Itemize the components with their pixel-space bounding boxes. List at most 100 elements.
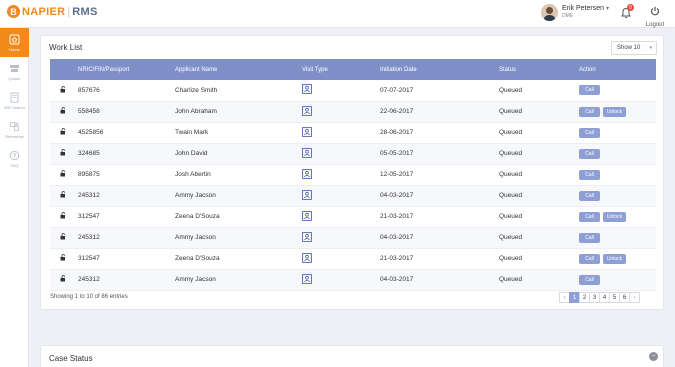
unlocked-padlock-icon[interactable] — [60, 191, 67, 198]
initiation-date-cell: 21-03-2017 — [380, 206, 499, 228]
app-logo[interactable]: B NAPIER | RMS — [7, 5, 98, 18]
unlocked-padlock-icon[interactable] — [60, 212, 67, 219]
sidebar-item-queue[interactable]: Queue — [0, 57, 29, 86]
status-cell: Queued — [499, 80, 579, 102]
next-page-button[interactable]: › — [629, 292, 640, 303]
sidebar-item-faq[interactable]: FAQ — [0, 144, 29, 173]
initiation-date-cell: 04-03-2017 — [380, 269, 499, 291]
power-icon — [650, 6, 660, 16]
table-row[interactable]: 895875 Josh Abertin 12-05-2017 Queued Call — [50, 164, 656, 186]
status-cell: Queued — [499, 185, 579, 207]
initiation-date-cell: 07-07-2017 — [380, 80, 499, 102]
call-button[interactable]: Call — [579, 148, 600, 159]
pagination: ‹ 1 2 3 4 5 6 › — [559, 292, 640, 303]
call-button[interactable]: Call — [579, 85, 600, 96]
table-row[interactable]: 558458 John Abraham 22-06-2017 Queued Call U… — [50, 101, 656, 123]
table-row[interactable]: 324685 John David 05-05-2017 Queued Call — [50, 143, 656, 165]
status-cell: Queued — [499, 206, 579, 228]
collapse-icon[interactable]: − — [649, 352, 658, 361]
sidebar-item-home[interactable]: Home — [0, 28, 29, 57]
unlocked-padlock-icon[interactable] — [60, 107, 67, 114]
table-row[interactable]: 245312 Ammy Jacson 04-03-2017 Queued Call — [50, 269, 656, 291]
sidebar-item-label: Home — [9, 46, 20, 52]
work-list-table: NRIC/FIN/Passport Applicant Name Visit T… — [50, 59, 656, 291]
notification-badge: 0 — [627, 4, 634, 11]
unlocked-padlock-icon[interactable] — [60, 254, 67, 261]
unlock-button[interactable]: Unlock — [603, 253, 626, 264]
applicant-name-cell: Charlize Smith — [175, 80, 302, 102]
call-button[interactable]: Call — [579, 169, 600, 180]
unlocked-padlock-icon[interactable] — [60, 85, 67, 93]
lock-cell — [50, 164, 78, 186]
call-button[interactable]: Call — [579, 253, 600, 264]
lock-cell — [50, 101, 78, 123]
lock-cell — [50, 185, 78, 207]
call-button[interactable]: Call — [579, 232, 600, 243]
call-button[interactable]: Call — [579, 127, 600, 138]
logout-button[interactable]: Logout — [644, 3, 666, 28]
sidebar-item-reference[interactable]: Reference — [0, 115, 29, 144]
applicant-name-cell: Ammy Jacson — [175, 185, 302, 207]
user-menu[interactable]: Erik Petersen ▾ DME — [541, 4, 609, 21]
work-list-panel: Work List Show 10 ▾ NRIC/FIN/Passport Ap… — [40, 35, 664, 310]
top-header: B NAPIER | RMS Erik Petersen ▾ DME 0 Logo… — [0, 0, 675, 28]
id-card-icon — [302, 210, 312, 221]
call-button[interactable]: Call — [579, 190, 600, 201]
unlocked-padlock-icon[interactable] — [60, 275, 67, 282]
id-card-icon — [302, 273, 312, 284]
table-row[interactable]: 245312 Ammy Jacson 04-03-2017 Queued Call — [50, 227, 656, 249]
table-row[interactable]: 245312 Ammy Jacson 04-03-2017 Queued Call — [50, 185, 656, 207]
initiation-date-cell: 04-03-2017 — [380, 227, 499, 249]
unlocked-padlock-icon[interactable] — [60, 170, 67, 177]
visit-type-cell — [302, 269, 380, 291]
id-card-icon — [302, 168, 312, 179]
table-row[interactable]: 857676 Charlize Smith 07-07-2017 Queued Cal… — [50, 80, 656, 102]
initiation-date-cell: 05-05-2017 — [380, 143, 499, 165]
table-row[interactable]: 4525856 Twain Mark 28-06-2017 Queued Call — [50, 122, 656, 144]
call-button[interactable]: Call — [579, 106, 600, 117]
sidebar-item-wr-search[interactable]: WR Search — [0, 86, 29, 115]
call-button[interactable]: Call — [579, 211, 600, 222]
table-row[interactable]: 312547 Zeena D'Souza 21-03-2017 Queued Call… — [50, 248, 656, 270]
id-card-icon — [302, 147, 312, 158]
column-header-action: Action — [579, 66, 596, 73]
column-header-name[interactable]: Applicant Name — [175, 59, 302, 80]
status-cell: Queued — [499, 164, 579, 186]
lock-cell — [50, 227, 78, 249]
action-cell: Call — [579, 143, 656, 165]
id-card-icon — [302, 231, 312, 242]
action-cell: Call Unlock — [579, 101, 656, 123]
call-button[interactable]: Call — [579, 274, 600, 285]
action-cell: Call — [579, 80, 656, 102]
id-cell: 245312 — [78, 269, 175, 291]
visit-type-cell — [302, 248, 380, 270]
column-header-status[interactable]: Status — [499, 59, 579, 80]
action-cell: Call — [579, 164, 656, 186]
status-cell: Queued — [499, 248, 579, 270]
id-card-icon — [302, 84, 312, 95]
user-name: Erik Petersen — [562, 5, 605, 12]
applicant-name-cell: Ammy Jacson — [175, 269, 302, 291]
lock-cell — [50, 206, 78, 228]
table-row[interactable]: 312547 Zeena D'Souza 21-03-2017 Queued Call… — [50, 206, 656, 228]
unlock-button[interactable]: Unlock — [603, 211, 626, 222]
page-size-select[interactable]: Show 10 ▾ — [611, 41, 657, 55]
unlocked-padlock-icon[interactable] — [60, 128, 67, 135]
unlocked-padlock-icon[interactable] — [60, 233, 67, 240]
visit-type-cell — [302, 80, 380, 102]
visit-type-cell — [302, 143, 380, 165]
sidebar-item-label: Reference — [5, 133, 24, 139]
visit-type-cell — [302, 101, 380, 123]
applicant-name-cell: Zeena D'Souza — [175, 206, 302, 228]
status-cell: Queued — [499, 122, 579, 144]
unlocked-padlock-icon[interactable] — [60, 149, 67, 156]
visit-type-cell — [302, 164, 380, 186]
queue-icon — [10, 64, 19, 72]
sidebar-item-label: Queue — [8, 75, 21, 81]
column-header-date[interactable]: Initiation Date — [380, 59, 499, 80]
column-header-visit-type[interactable]: Visit Type — [302, 59, 380, 80]
column-header-id[interactable]: NRIC/FIN/Passport — [78, 59, 175, 80]
sidebar-item-label: FAQ — [10, 162, 19, 168]
visit-type-cell — [302, 227, 380, 249]
unlock-button[interactable]: Unlock — [603, 106, 626, 117]
